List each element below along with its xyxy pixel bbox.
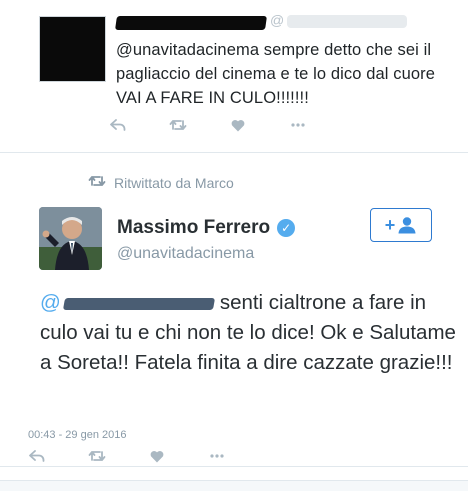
divider (0, 466, 468, 467)
person-icon (398, 217, 416, 234)
author-handle[interactable]: @unavitadacinema (117, 245, 254, 263)
mention-link[interactable]: @ (40, 288, 220, 318)
more-icon[interactable] (207, 454, 227, 458)
follow-button-label: + (384, 214, 396, 235)
author-name[interactable]: Massimo Ferrero ✓ (117, 217, 296, 239)
avatar[interactable] (39, 207, 102, 270)
reply-icon[interactable] (27, 449, 47, 463)
follow-button[interactable]: + (370, 208, 432, 242)
timestamp[interactable]: 00:43 - 29 gen 2016 (28, 429, 126, 441)
author-name-text[interactable]: Massimo Ferrero (117, 217, 270, 239)
retweet-notice-label[interactable]: Ritwittato da Marco (114, 175, 234, 191)
tweet-actions (108, 118, 308, 132)
reply-icon[interactable] (108, 118, 128, 132)
tweet-text: @ senti cialtrone a fare in culo vai tu e… (40, 288, 460, 378)
author-handle-redacted (287, 15, 407, 28)
retweet-icon (88, 174, 114, 192)
author-name-redacted[interactable] (115, 16, 267, 30)
like-icon[interactable] (228, 119, 248, 132)
author-handle[interactable]: @ (270, 12, 284, 28)
retweet-notice: Ritwittato da Marco (88, 174, 234, 192)
mention-prefix: @ (40, 291, 61, 314)
tweet-actions (27, 449, 227, 463)
tweet-text: @unavitadacinema sempre detto che sei il… (116, 41, 436, 107)
retweet-icon[interactable] (168, 118, 188, 132)
reply-tweet: @ @unavitadacinema sempre detto che sei … (0, 0, 468, 153)
more-icon[interactable] (288, 123, 308, 127)
timeline-gap (0, 480, 468, 491)
retweet-icon[interactable] (87, 449, 107, 463)
verified-badge-icon: ✓ (277, 219, 296, 237)
mention-redacted (62, 297, 215, 310)
avatar-redacted[interactable] (39, 16, 106, 82)
like-icon[interactable] (147, 450, 167, 463)
